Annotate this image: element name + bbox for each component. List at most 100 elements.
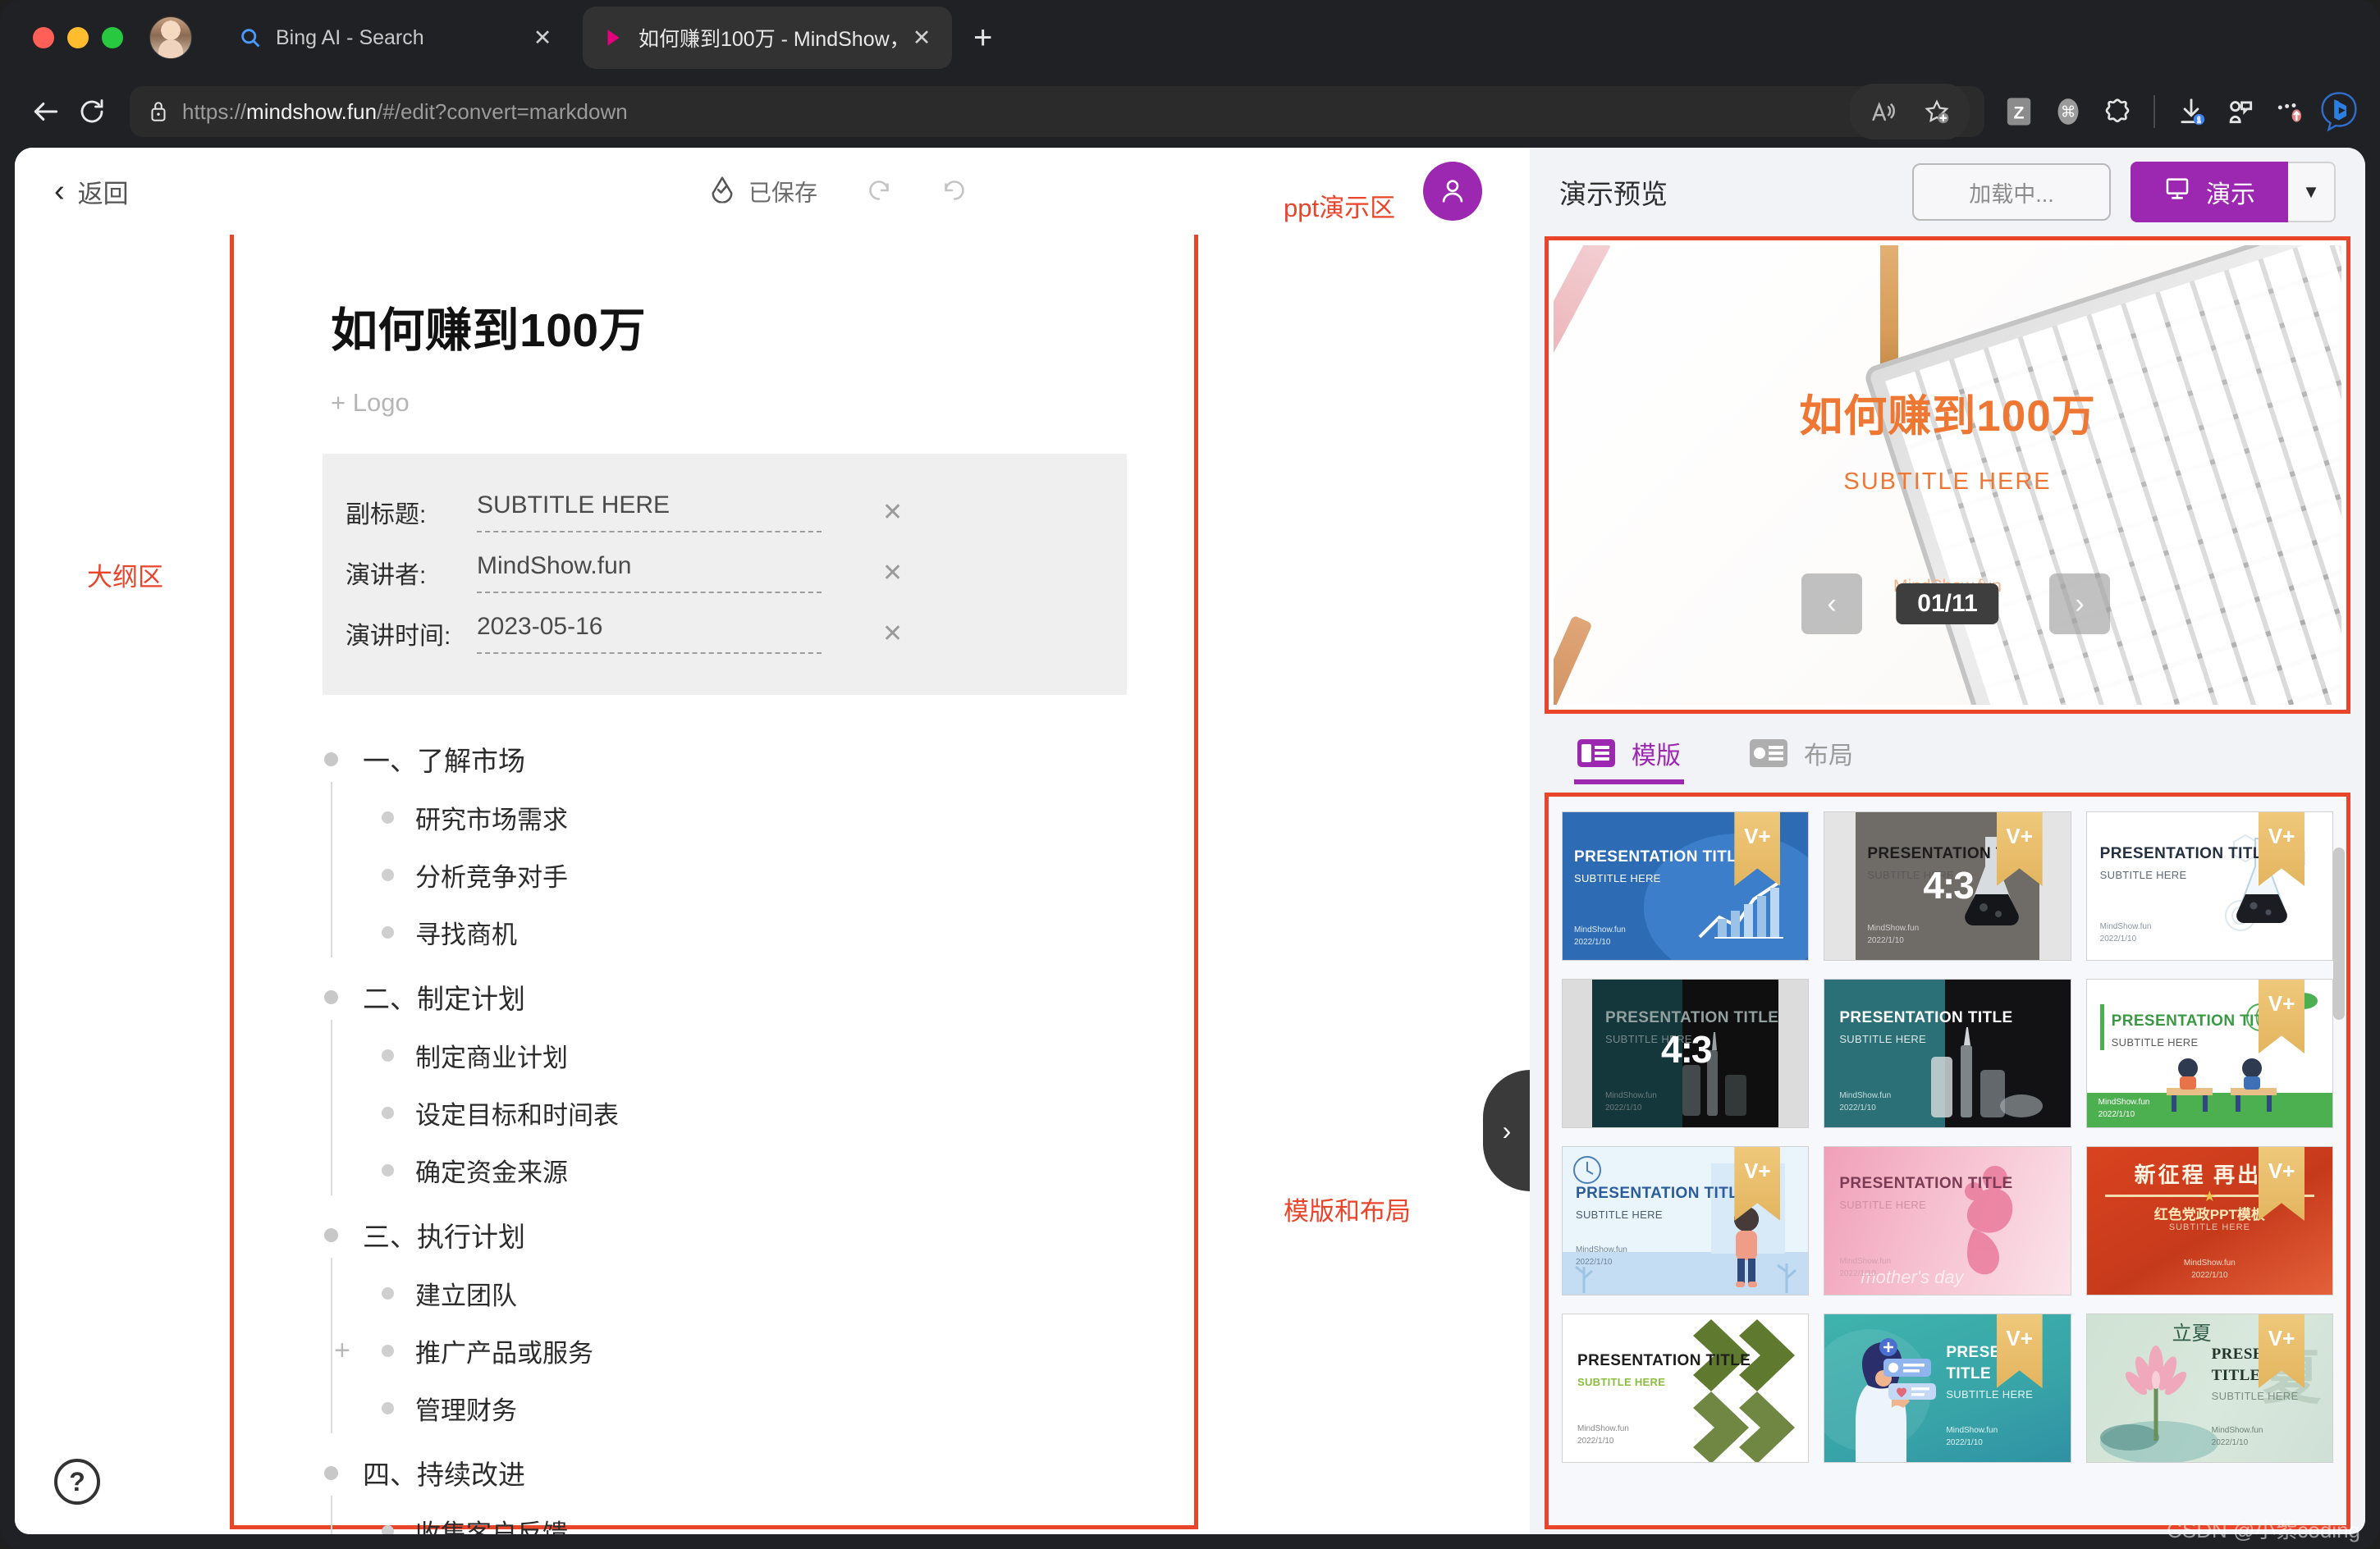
browser-tab-bing[interactable]: Bing AI - Search ✕ xyxy=(220,8,573,67)
browser-tab-mindshow[interactable]: 如何赚到100万 - MindShow， ✕ xyxy=(583,7,952,69)
tab-layouts[interactable]: 布局 xyxy=(1750,714,1853,793)
subtitle-field[interactable]: SUBTITLE HERE xyxy=(477,491,822,532)
address-bar[interactable]: https://mindshow.fun/#/edit?convert=mark… xyxy=(130,86,1984,137)
field-value[interactable]: MindShow.fun xyxy=(477,552,822,593)
template-scrollbar[interactable] xyxy=(2333,797,2345,1525)
outline-label[interactable]: 四、持续改进 xyxy=(363,1453,525,1492)
speaker-field[interactable]: MindShow.fun xyxy=(477,552,822,593)
tab-templates[interactable]: 模版 xyxy=(1577,714,1681,793)
clear-date-icon[interactable]: ✕ xyxy=(882,619,903,648)
scrollbar-thumb[interactable] xyxy=(2333,848,2345,1020)
back-button[interactable]: ‹ 返回 xyxy=(54,173,129,210)
template-author: MindShow.fun xyxy=(1605,1090,1657,1102)
settings-more-icon[interactable] xyxy=(2267,89,2313,135)
close-icon[interactable]: ✕ xyxy=(530,27,555,49)
new-tab-button[interactable]: + xyxy=(973,21,992,54)
outline-item[interactable]: + 推广产品或服务 xyxy=(382,1322,1194,1379)
window-controls[interactable] xyxy=(33,27,123,48)
clear-subtitle-icon[interactable]: ✕ xyxy=(882,498,903,527)
outline-label[interactable]: 分析竞争对手 xyxy=(415,857,568,893)
bullet-icon xyxy=(324,1228,338,1242)
outline-row[interactable]: 二、制定计划 xyxy=(324,967,1194,1026)
outline-label[interactable]: 确定资金来源 xyxy=(415,1152,568,1189)
downloads-icon[interactable]: i xyxy=(2168,89,2214,135)
minimize-window-button[interactable] xyxy=(67,27,89,48)
template-card[interactable]: PRESENTATION TITLE SUBTITLE HERE 4:3 Min… xyxy=(1562,979,1809,1128)
redo-icon[interactable] xyxy=(940,175,969,208)
close-icon[interactable]: ✕ xyxy=(909,27,934,49)
field-value[interactable]: 2023-05-16 xyxy=(477,613,822,654)
outline-item[interactable]: 分析竞争对手 xyxy=(382,846,1194,903)
template-card[interactable]: PRESENTATION TITLE SUBTITLE HERE MindSho… xyxy=(1824,979,2071,1128)
outline-item[interactable]: 研究市场需求 xyxy=(382,788,1194,846)
slide-canvas[interactable]: 如何赚到100万 SUBTITLE HERE MindShow.fun 2023… xyxy=(1554,245,2341,705)
template-card[interactable]: V+ PRESENTATION TITLE SUBTITLE HERE Mind… xyxy=(2086,811,2333,961)
outline-editor[interactable]: 如何赚到100万 + Logo 副标题: SUBTITLE HERE ✕ 演讲者… xyxy=(230,235,1198,1529)
browser-profile-avatar[interactable] xyxy=(149,16,192,59)
outline-label[interactable]: 寻找商机 xyxy=(415,914,517,951)
outline-item[interactable]: 管理财务 xyxy=(382,1379,1194,1437)
read-aloud-icon[interactable] xyxy=(1860,89,1906,135)
outline-item[interactable]: 确定资金来源 xyxy=(382,1141,1194,1199)
page-title[interactable]: 如何赚到100万 xyxy=(331,293,1194,360)
outline-label[interactable]: 推广产品或服务 xyxy=(415,1332,593,1369)
outline-section[interactable]: 三、执行计划 建立团队 + 推广产品或服务 xyxy=(324,1205,1194,1437)
outline-scroll-area[interactable]: 大纲区 如何赚到100万 + Logo 副标题: SUBTITLE HERE ✕ xyxy=(15,235,1530,1534)
template-card[interactable]: V+ PRESENTATION TITLE SUBTITLE HERE Mind… xyxy=(1562,1146,1809,1295)
add-favorite-icon[interactable] xyxy=(1914,89,1960,135)
outline-label[interactable]: 建立团队 xyxy=(415,1275,517,1312)
template-card[interactable]: V+ PRESENTATION TITLE SUBTITLE HERE Mind… xyxy=(2086,979,2333,1128)
maximize-window-button[interactable] xyxy=(102,27,123,48)
bing-copilot-icon[interactable] xyxy=(2316,89,2362,135)
template-title: PRESENTATION TITLE xyxy=(1574,847,1747,868)
outline-row[interactable]: 一、了解市场 xyxy=(324,729,1194,788)
template-gallery[interactable]: V+ PRESENTATION TITLE SUBTITLE HERE Mind… xyxy=(1545,793,2350,1529)
user-avatar[interactable] xyxy=(1423,162,1482,221)
outline-label[interactable]: 三、执行计划 xyxy=(363,1215,525,1254)
add-logo-button[interactable]: + Logo xyxy=(331,388,1194,418)
outline-section[interactable]: 一、了解市场 研究市场需求 分析竞争对手 xyxy=(324,729,1194,961)
outline-row[interactable]: 三、执行计划 xyxy=(324,1205,1194,1264)
help-button[interactable]: ? xyxy=(54,1459,100,1505)
loading-button[interactable]: 加载中... xyxy=(1912,163,2111,221)
outline-item[interactable]: 设定目标和时间表 xyxy=(382,1084,1194,1141)
outline-row[interactable]: 四、持续改进 xyxy=(324,1443,1194,1502)
outline-item[interactable]: 制定商业计划 xyxy=(382,1026,1194,1084)
template-card[interactable]: V+ PRESENTATION TITLE SUBTITLE HERE 4:3 … xyxy=(1824,811,2071,961)
chevron-down-icon[interactable]: ▼ xyxy=(2288,162,2336,222)
back-navigation-icon[interactable] xyxy=(23,89,69,135)
outline-item[interactable]: 收集客户反馈 xyxy=(382,1502,1194,1534)
template-card[interactable]: V+ PRESENTATION TITLE SUBTITLE HERE Mind… xyxy=(1562,811,1809,961)
prev-slide-button[interactable]: ‹ xyxy=(1801,573,1862,634)
clear-speaker-icon[interactable]: ✕ xyxy=(882,559,903,587)
template-card[interactable]: V+ PRESENTA TITLE SUBTITLE HERE MindShow… xyxy=(1824,1314,2071,1463)
present-button[interactable]: 演示 xyxy=(2131,162,2288,222)
outline-label[interactable]: 设定目标和时间表 xyxy=(415,1094,619,1131)
outline-label[interactable]: 一、了解市场 xyxy=(363,739,525,779)
close-window-button[interactable] xyxy=(33,27,54,48)
date-field[interactable]: 2023-05-16 xyxy=(477,613,822,654)
outline-section[interactable]: 二、制定计划 制定商业计划 设定目标和时间表 xyxy=(324,967,1194,1199)
extension-badge-icon[interactable]: ⌘ xyxy=(2045,89,2091,135)
outline-label[interactable]: 收集客户反馈 xyxy=(415,1513,568,1535)
field-value[interactable]: SUBTITLE HERE xyxy=(477,491,822,532)
outline-label[interactable]: 研究市场需求 xyxy=(415,799,568,836)
template-card[interactable]: V+ 新征程 再出发 ★ 红色党政PPT模板 SUBTITLE HERE Min… xyxy=(2086,1146,2333,1295)
panel-collapse-handle[interactable]: › xyxy=(1483,1070,1530,1191)
undo-icon[interactable] xyxy=(864,175,894,208)
outline-item[interactable]: 建立团队 xyxy=(382,1264,1194,1322)
add-node-icon[interactable]: + xyxy=(334,1337,350,1364)
template-card[interactable]: 夏 xyxy=(2086,1314,2333,1463)
outline-label[interactable]: 制定商业计划 xyxy=(415,1037,568,1074)
outline-item[interactable]: 寻找商机 xyxy=(382,903,1194,961)
outline-label[interactable]: 二、制定计划 xyxy=(363,977,525,1017)
collections-icon[interactable] xyxy=(2094,89,2140,135)
template-card[interactable]: PRESENTATION TITLE SUBTITLE HERE MindSho… xyxy=(1562,1314,1809,1463)
template-card[interactable]: mother's day PRESENTATION TITLE SUBTITLE… xyxy=(1824,1146,2071,1295)
split-screen-icon[interactable] xyxy=(2218,89,2263,135)
outline-section[interactable]: 四、持续改进 收集客户反馈 调整商业策略 xyxy=(324,1443,1194,1534)
next-slide-button[interactable]: › xyxy=(2049,573,2110,634)
zhihu-extension-icon[interactable]: Z xyxy=(1996,89,2042,135)
outline-label[interactable]: 管理财务 xyxy=(415,1390,517,1427)
reload-icon[interactable] xyxy=(69,89,115,135)
